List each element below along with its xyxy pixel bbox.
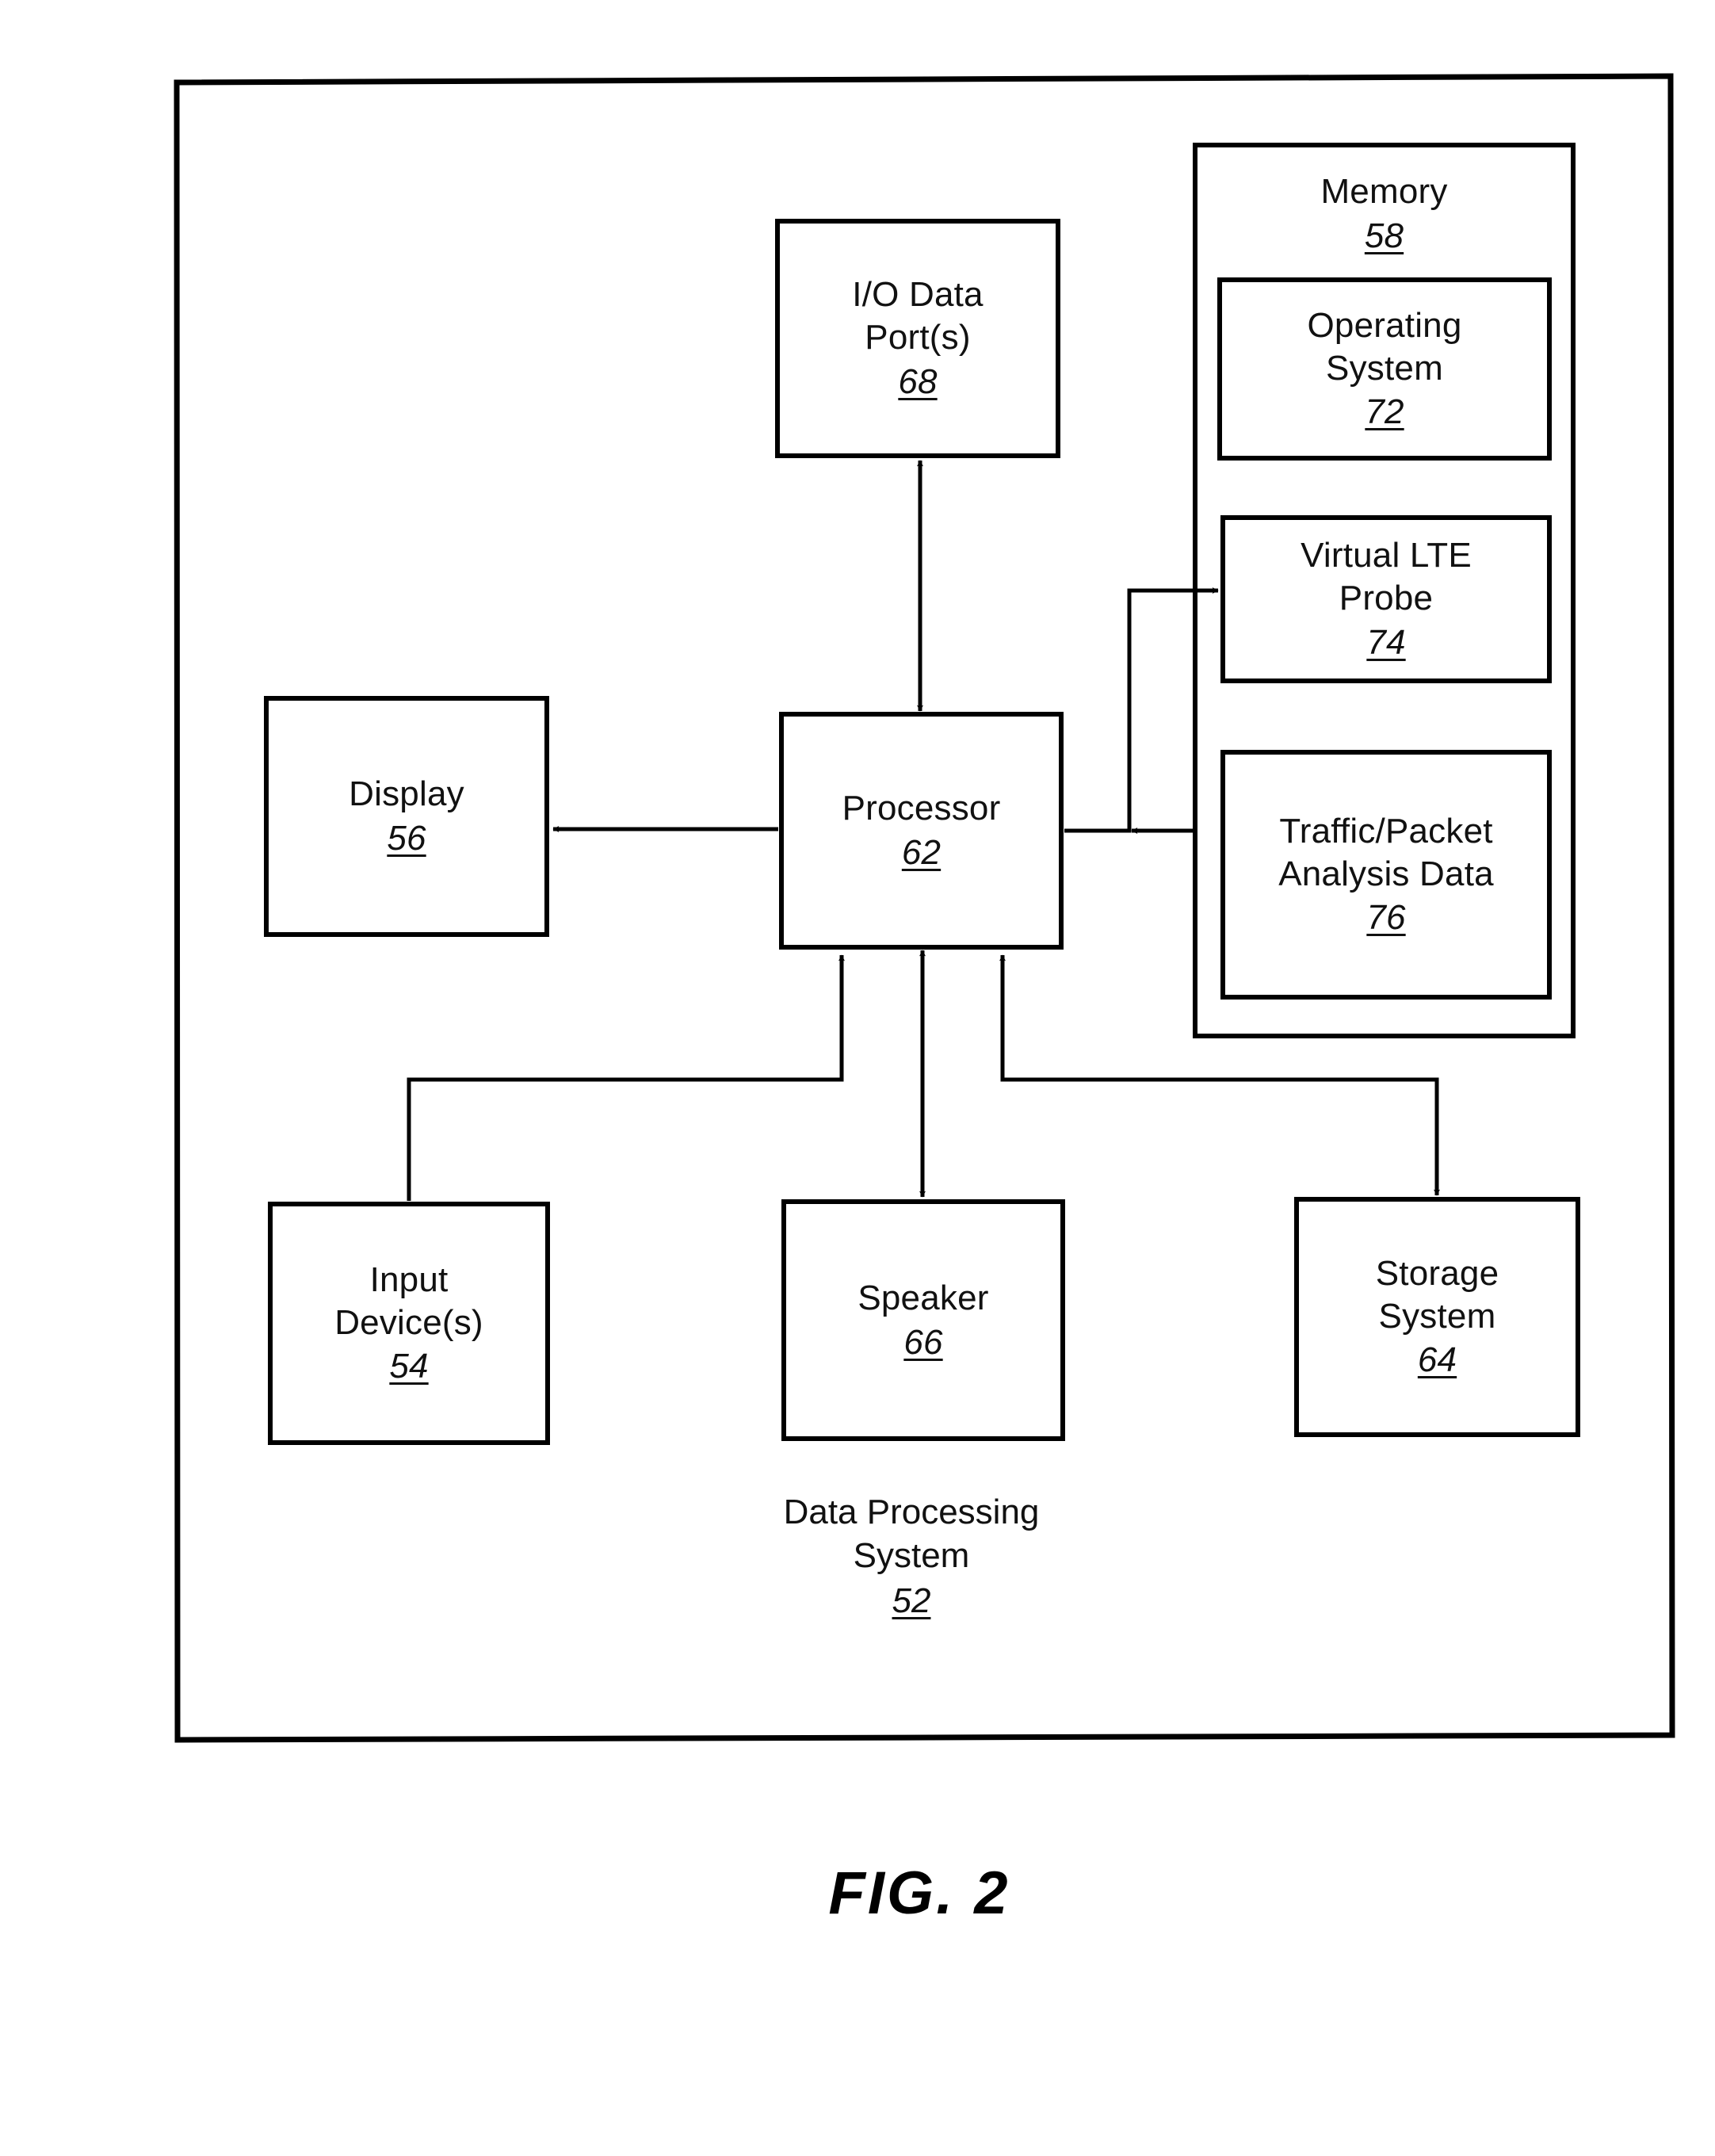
data-processing-system-line-1: Data Processing — [783, 1493, 1040, 1531]
figure-caption: FIG. 2 — [828, 1860, 1010, 1927]
patent-figure-2: I/O Data Port(s) 68 Memory 58 Operating … — [0, 0, 1715, 2156]
operating-system-box — [1217, 277, 1552, 461]
input-devices-box — [268, 1202, 550, 1445]
data-processing-system-ref: 52 — [892, 1581, 931, 1620]
data-processing-system-line-2: System — [853, 1536, 970, 1575]
virtual-lte-probe-box — [1220, 515, 1552, 683]
storage-system-box — [1294, 1197, 1580, 1437]
connector-processor-storage-system — [999, 954, 1440, 1196]
io-data-ports-box — [775, 219, 1060, 458]
speaker-box — [781, 1199, 1065, 1441]
display-box — [264, 696, 549, 937]
connector-input-devices-processor — [407, 954, 845, 1201]
data-processing-system-label: Data Processing System 52 — [634, 1490, 1189, 1623]
figure-drawing-canvas — [174, 73, 1675, 1743]
traffic-packet-analysis-data-box — [1220, 750, 1552, 1000]
processor-box — [779, 712, 1064, 950]
